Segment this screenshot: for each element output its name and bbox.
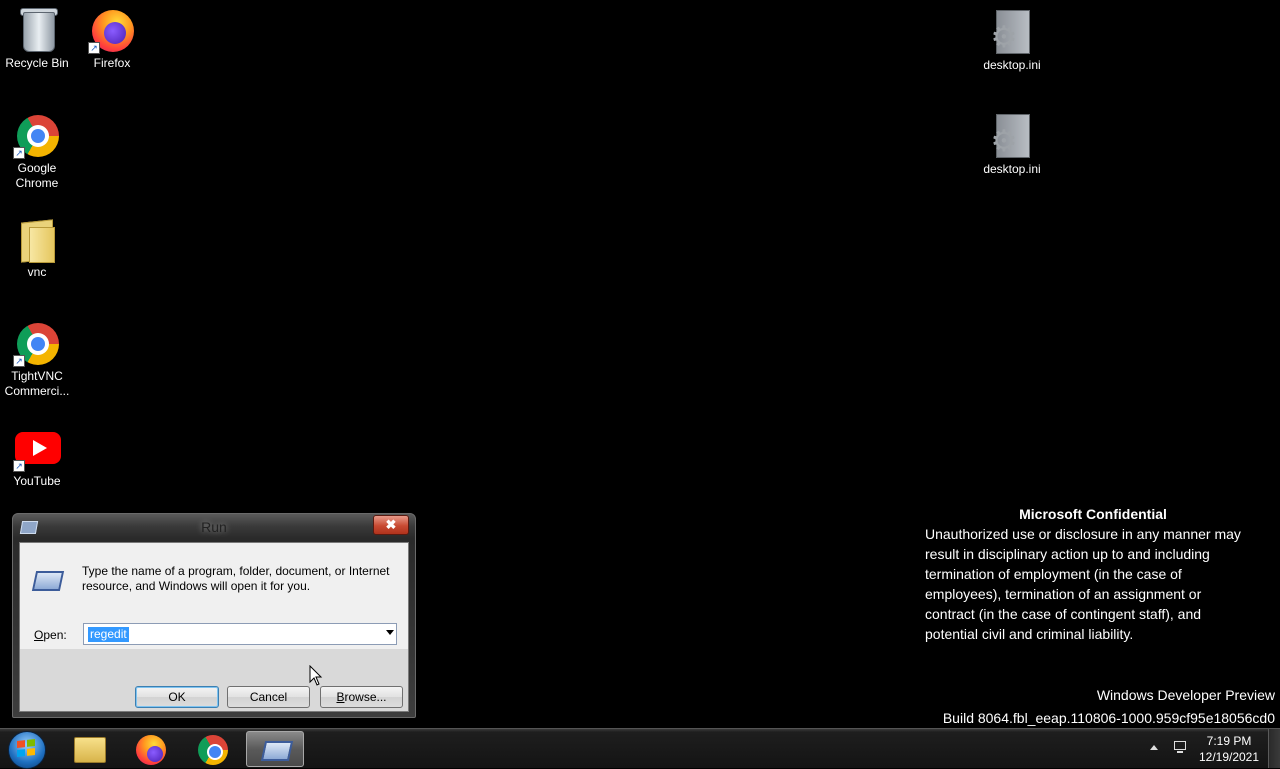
desktop-icon-label: desktop.ini xyxy=(983,162,1041,176)
chrome-icon: ↗ xyxy=(13,111,61,159)
open-input[interactable]: regedit xyxy=(88,627,129,642)
taskbar-windows-explorer[interactable] xyxy=(60,731,118,767)
desktop-icon-vnc[interactable]: vnc xyxy=(0,215,74,280)
show-desktop-button[interactable] xyxy=(1268,729,1280,768)
open-label-text: pen: xyxy=(43,628,67,642)
desktop-icon-recycle-bin[interactable]: Recycle Bin xyxy=(0,6,74,71)
confidential-notice: Microsoft Confidential Unauthorized use … xyxy=(925,504,1265,644)
clock-date: 12/19/2021 xyxy=(1198,750,1260,764)
run-icon xyxy=(260,741,294,761)
shortcut-arrow-icon: ↗ xyxy=(88,42,100,54)
desktop-icon-label: desktop.ini xyxy=(983,58,1041,72)
desktop-icon-firefox[interactable]: ↗ Firefox xyxy=(75,6,149,71)
confidential-line: termination of employment (in the case o… xyxy=(925,566,1182,582)
desktop-icon-label: YouTube xyxy=(13,474,61,488)
run-dialog-titlebar[interactable]: Run ✖ xyxy=(13,514,415,541)
taskbar-run[interactable] xyxy=(246,731,304,767)
run-dialog[interactable]: Run ✖ Type the name of a program, folder… xyxy=(12,513,416,718)
desktop-icon-label: Firefox xyxy=(93,56,131,70)
run-dialog-content: Type the name of a program, folder, docu… xyxy=(20,543,408,649)
run-icon xyxy=(31,571,65,591)
confidential-line: potential civil and criminal liability. xyxy=(925,626,1134,642)
confidential-line: employees), termination of an assignment… xyxy=(925,586,1202,602)
run-dialog-body: Type the name of a program, folder, docu… xyxy=(19,542,409,712)
desktop-icon-google-chrome[interactable]: ↗ Google Chrome xyxy=(0,111,74,191)
desktop-icon-youtube[interactable]: ↗ YouTube xyxy=(0,424,74,489)
desktop: Recycle Bin ↗ Firefox ↗ Google Chrome vn… xyxy=(0,0,1280,728)
firefox-icon: ↗ xyxy=(88,6,136,54)
windows-edition: Windows Developer Preview xyxy=(1096,687,1275,703)
desktop-icon-label: TightVNC Commerci... xyxy=(4,369,70,398)
desktop-icon-tightvnc[interactable]: ↗ TightVNC Commerci... xyxy=(0,319,74,399)
desktop-icon-label: Recycle Bin xyxy=(5,56,69,70)
build-number: Build 8064.fbl_eeap.110806-1000.959cf95e… xyxy=(942,710,1275,726)
network-icon[interactable] xyxy=(1172,741,1188,755)
folder-icon xyxy=(74,737,106,763)
open-label: Open: xyxy=(34,628,67,642)
recycle-bin-icon xyxy=(13,6,61,54)
system-clock[interactable]: 7:19 PM 12/19/2021 xyxy=(1196,733,1262,765)
windows-flag-icon xyxy=(17,739,35,758)
folder-icon xyxy=(13,215,61,263)
browse-accelerator: B xyxy=(336,690,345,704)
run-description: Type the name of a program, folder, docu… xyxy=(82,564,390,593)
chrome-icon: ↗ xyxy=(13,319,61,367)
taskbar-firefox[interactable] xyxy=(122,731,180,767)
shortcut-arrow-icon: ↗ xyxy=(13,355,25,367)
ok-button[interactable]: OK xyxy=(135,686,219,708)
taskbar: 7:19 PM 12/19/2021 xyxy=(0,728,1280,769)
settings-file-icon: ⚙ xyxy=(988,112,1036,160)
desktop-icon-desktop-ini[interactable]: ⚙ desktop.ini xyxy=(975,8,1049,73)
confidential-line: Unauthorized use or disclosure in any ma… xyxy=(925,526,1241,542)
run-dialog-title: Run xyxy=(201,519,227,535)
cancel-button[interactable]: Cancel xyxy=(227,686,310,708)
desktop-icon-desktop-ini[interactable]: ⚙ desktop.ini xyxy=(975,112,1049,177)
desktop-icon-label: vnc xyxy=(27,265,47,279)
confidential-line: result in disciplinary action up to and … xyxy=(925,546,1210,562)
shortcut-arrow-icon: ↗ xyxy=(13,460,25,472)
desktop-icon-label: Google Chrome xyxy=(15,161,59,190)
open-combobox[interactable]: regedit xyxy=(83,623,397,645)
confidential-line: contract (in the case of contingent staf… xyxy=(925,606,1202,622)
mouse-cursor-icon xyxy=(309,665,323,686)
shortcut-arrow-icon: ↗ xyxy=(13,147,25,159)
start-button[interactable] xyxy=(6,730,46,769)
youtube-icon: ↗ xyxy=(13,424,61,472)
chevron-down-icon[interactable] xyxy=(386,630,394,635)
show-hidden-icons-icon[interactable] xyxy=(1150,745,1158,750)
open-label-accelerator: O xyxy=(34,628,44,642)
browse-button[interactable]: Browse... xyxy=(320,686,403,708)
clock-time: 7:19 PM xyxy=(1206,734,1252,748)
taskbar-chrome[interactable] xyxy=(184,731,242,767)
browse-label: rowse... xyxy=(344,690,387,704)
confidential-title: Microsoft Confidential xyxy=(1019,506,1167,522)
close-button[interactable]: ✖ xyxy=(373,515,409,535)
settings-file-icon: ⚙ xyxy=(988,8,1036,56)
build-info: Windows Developer Preview Build 8064.fbl… xyxy=(943,684,1275,730)
